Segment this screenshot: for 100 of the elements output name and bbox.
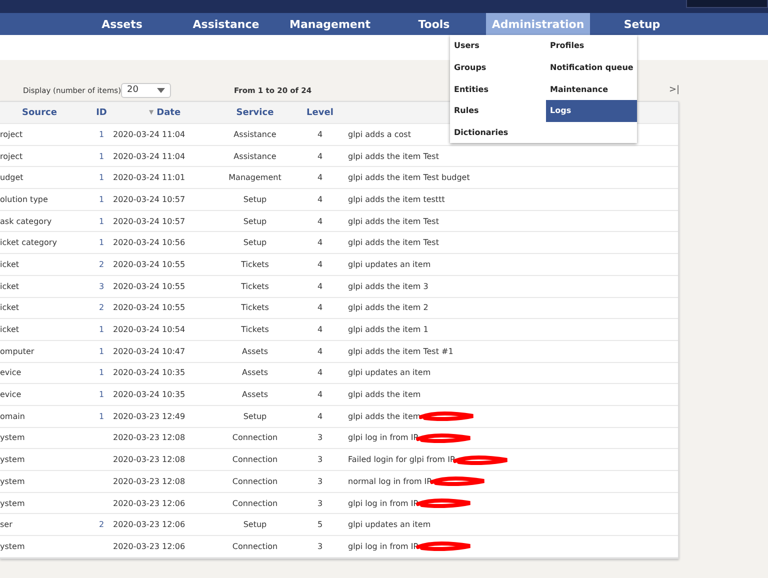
table-cell-text: Tickets <box>240 325 270 334</box>
table-cell: glpi adds the item 3 <box>348 282 428 291</box>
id-link[interactable]: 1 <box>90 130 113 139</box>
table-cell-text: olution type <box>0 194 49 204</box>
menu-tab[interactable]: Management <box>278 13 382 35</box>
id-link[interactable]: 2 <box>90 260 113 269</box>
table-cell-text: icket <box>0 282 20 291</box>
menu-item[interactable]: Entities <box>450 78 546 100</box>
menu-item[interactable]: Logs <box>546 100 637 122</box>
id-link[interactable]: 1 <box>90 194 113 204</box>
column-header[interactable]: Source <box>0 108 90 118</box>
table-cell-text: 4 <box>316 325 324 334</box>
table-cell-text: Assistance <box>232 152 278 161</box>
table-cell: normal log in from IP <box>348 476 432 486</box>
table-cell-text: 2020-03-24 10:57 <box>113 194 186 204</box>
id-link[interactable]: 1 <box>90 390 113 400</box>
table-cell-text: 2020-03-24 10:54 <box>113 325 186 334</box>
menu-item[interactable]: Maintenance <box>546 78 637 100</box>
id-link[interactable]: 1 <box>90 412 113 421</box>
table-cell-text: 2020-03-23 12:08 <box>113 455 186 464</box>
table-cell-text: Tickets <box>240 282 270 291</box>
table-cell-text: roject <box>0 130 24 139</box>
table-cell-text: ystem <box>0 542 26 551</box>
id-link[interactable]: 1 <box>90 173 113 182</box>
table-cell-text: 3 <box>316 498 324 508</box>
menu-tab[interactable]: Assets <box>70 13 174 35</box>
column-header[interactable]: Level <box>299 108 341 118</box>
table-cell-text: 2020-03-24 10:55 <box>113 282 186 291</box>
table-cell: glpi adds the item Test <box>348 216 439 226</box>
table-cell-text: 4 <box>316 282 324 291</box>
table-cell-text: omain <box>0 412 26 421</box>
menu-item[interactable]: Dictionaries <box>450 122 546 144</box>
page-size-select[interactable]: 20 <box>121 82 171 98</box>
table-cell: glpi log in from IP <box>348 433 418 442</box>
menu-item[interactable]: Notification queue <box>546 56 637 78</box>
table-cell-text: 2020-03-23 12:08 <box>113 433 186 442</box>
search-field[interactable] <box>686 0 768 8</box>
table-cell: Failed login for glpi from IP <box>348 455 455 464</box>
table-cell-text: Connection <box>231 433 279 442</box>
table-cell: glpi adds the item 1 <box>348 325 428 334</box>
table-cell: glpi adds the item Test <box>348 238 439 248</box>
table-cell-text: 4 <box>316 238 324 248</box>
table-cell: glpi adds the item <box>348 390 421 400</box>
table-cell-text: icket <box>0 303 20 312</box>
table-cell-text: Setup <box>242 216 268 226</box>
table-cell-text: ystem <box>0 455 26 464</box>
table-cell-text: 3 <box>316 433 324 442</box>
table-cell: glpi adds the item 2 <box>348 303 428 312</box>
table-cell-text: 3 <box>316 542 324 551</box>
id-link[interactable]: 1 <box>90 238 113 248</box>
table-cell-text: 4 <box>316 216 324 226</box>
table-cell-text: 2020-03-24 10:35 <box>113 390 186 400</box>
id-link[interactable]: 1 <box>90 216 113 226</box>
table-cell-text: 4 <box>316 412 324 421</box>
id-link[interactable]: 1 <box>90 325 113 334</box>
table-cell-text: 2020-03-24 11:01 <box>113 173 186 182</box>
menu-tab[interactable]: Assistance <box>174 13 278 35</box>
table-cell-text: evice <box>0 390 22 400</box>
table-cell-text: ser <box>0 520 14 530</box>
table-cell-text: 2020-03-23 12:06 <box>113 520 186 530</box>
table-cell: glpi adds a cost <box>348 130 411 139</box>
menu-item[interactable]: Profiles <box>546 35 637 57</box>
table-cell-text: Connection <box>231 498 279 508</box>
table-cell: glpi adds the item Test #1 <box>348 346 454 356</box>
table-cell: glpi adds the item testtt <box>348 194 445 204</box>
last-page-link[interactable]: >| <box>669 85 768 95</box>
menu-item[interactable]: Users <box>450 35 546 57</box>
table-cell-text: 2020-03-23 12:06 <box>113 498 186 508</box>
table-cell-text: 2020-03-24 10:47 <box>113 346 186 356</box>
caret-icon <box>157 88 165 92</box>
table-cell-text: icket <box>0 260 20 269</box>
table-cell-text: 2020-03-24 10:35 <box>113 368 186 378</box>
table-cell: glpi log in from IP <box>348 542 418 551</box>
table-cell-text: roject <box>0 152 24 161</box>
table-cell-text: Connection <box>231 476 279 486</box>
id-link[interactable]: 1 <box>90 368 113 378</box>
column-header[interactable]: ID <box>90 108 113 118</box>
table-cell-text: ask category <box>0 216 53 226</box>
table-cell-text: 4 <box>316 368 324 378</box>
menu-item[interactable]: Groups <box>450 56 546 78</box>
table-cell-text: 5 <box>316 520 324 530</box>
table-cell-text: 3 <box>316 476 324 486</box>
table-cell-text: icket category <box>0 238 58 248</box>
table-cell-text: Assets <box>240 368 270 378</box>
column-header[interactable]: Date <box>156 108 181 118</box>
column-header[interactable]: Service <box>211 108 299 118</box>
table-cell-text: 4 <box>316 260 324 269</box>
menu-tab[interactable]: Tools <box>382 13 486 35</box>
table-cell-text: 2020-03-24 11:04 <box>113 130 186 139</box>
id-link[interactable]: 1 <box>90 152 113 161</box>
table-cell-text: Assets <box>240 346 270 356</box>
id-link[interactable]: 1 <box>90 346 113 356</box>
table-cell-text: Assistance <box>232 130 278 139</box>
table-cell: glpi adds the item Test budget <box>348 173 470 182</box>
table-cell-text: 2020-03-24 10:55 <box>113 260 186 269</box>
id-link[interactable]: 3 <box>90 282 113 291</box>
menu-item[interactable]: Rules <box>450 100 546 122</box>
menu-tab[interactable]: Setup <box>590 13 694 35</box>
id-link[interactable]: 2 <box>90 303 113 312</box>
id-link[interactable]: 2 <box>90 520 113 530</box>
